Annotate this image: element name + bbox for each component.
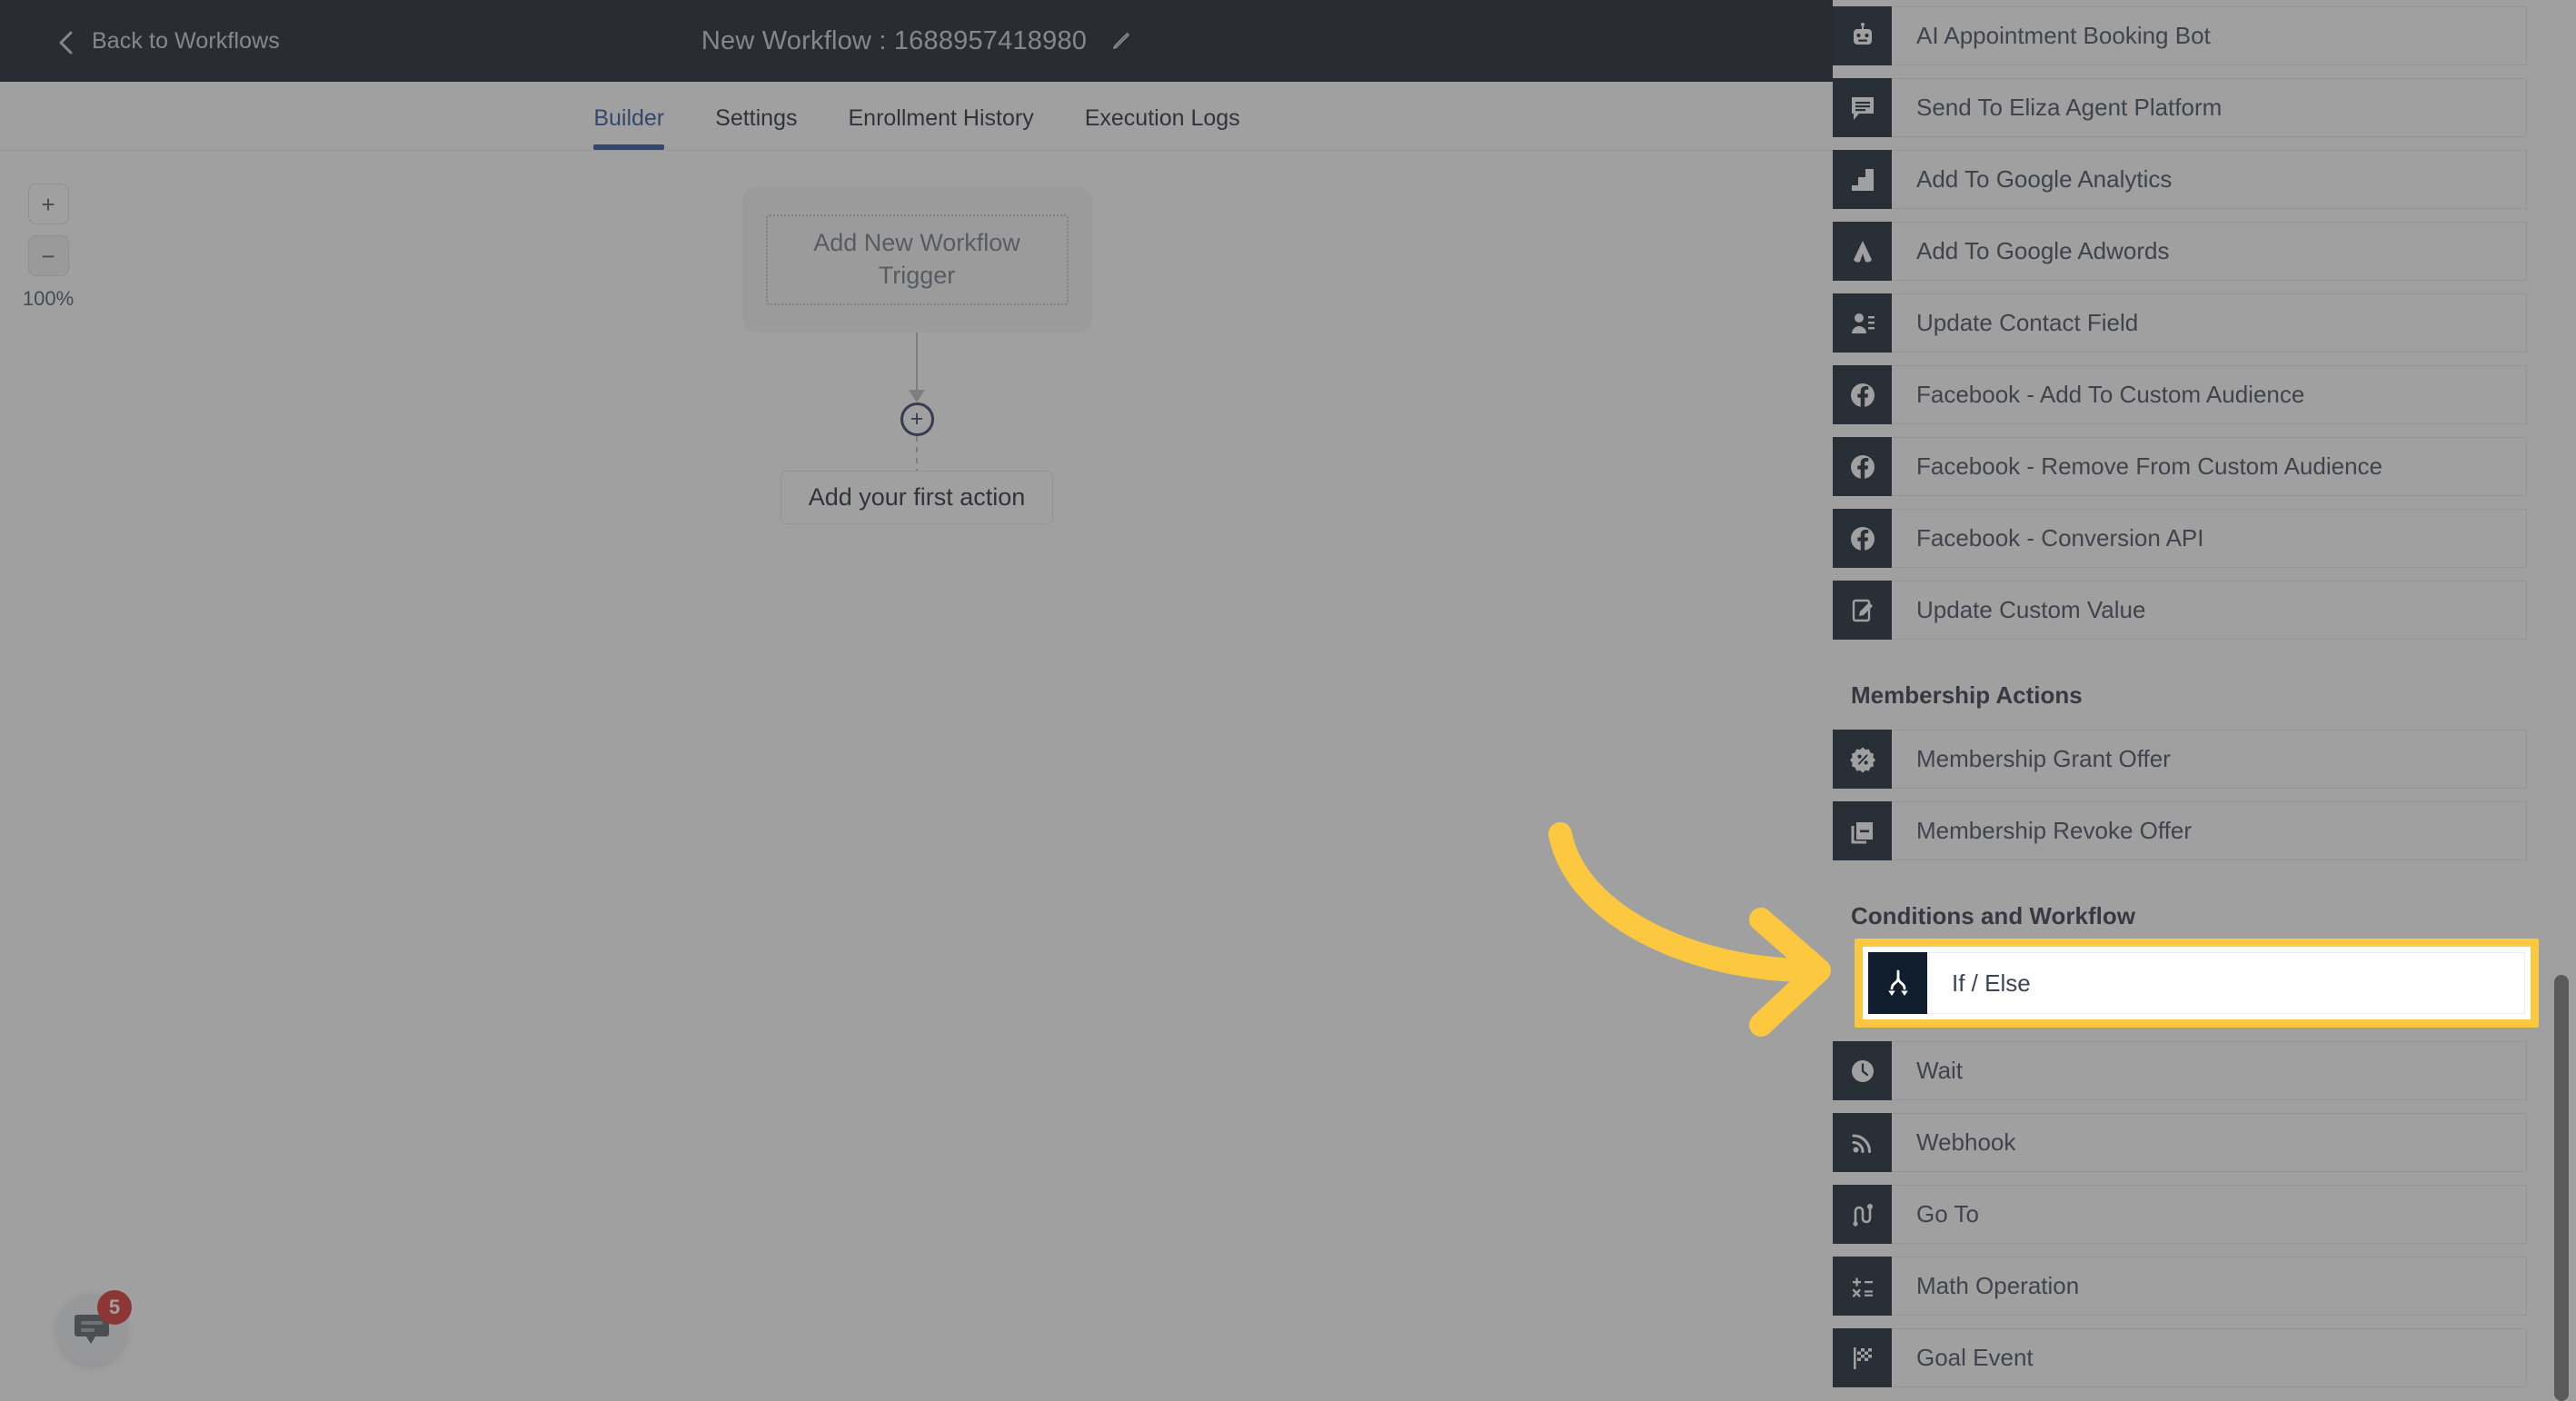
clock-icon <box>1833 1041 1892 1100</box>
add-first-action-button[interactable]: Add your first action <box>780 471 1054 524</box>
add-workflow-trigger-card[interactable]: Add New Workflow Trigger <box>741 187 1092 333</box>
action-item-go-to[interactable]: Go To <box>1833 1185 2527 1244</box>
action-item-add-to-google-adwords[interactable]: Add To Google Adwords <box>1833 222 2527 281</box>
actions-panel-scroll[interactable]: AI Appointment Booking Bot Send To Eliza… <box>1833 0 2576 1401</box>
action-item-facebook-conversion-api[interactable]: Facebook - Conversion API <box>1833 509 2527 568</box>
actions-list: AI Appointment Booking Bot Send To Eliza… <box>1833 0 2527 1401</box>
facebook-icon <box>1833 437 1892 496</box>
workflow-title: New Workflow : 1688957418980 <box>701 25 1088 55</box>
action-item-goal-event[interactable]: Goal Event <box>1833 1328 2527 1387</box>
tab-builder-label: Builder <box>593 105 665 131</box>
action-item-label: Webhook <box>1892 1113 2527 1172</box>
bar-steps-icon <box>1833 150 1892 209</box>
facebook-icon <box>1833 365 1892 424</box>
action-item-label: Send To Eliza Agent Platform <box>1892 78 2527 137</box>
workflow-builder-app: Back to Workflows New Workflow : 1688957… <box>0 0 2576 1401</box>
highlighted-action-item-if-else[interactable]: If / Else <box>1855 939 2539 1028</box>
percent-badge-icon <box>1833 730 1892 789</box>
action-item-ai-appointment-booking-bot[interactable]: AI Appointment Booking Bot <box>1833 6 2527 65</box>
tab-settings[interactable]: Settings <box>690 105 822 150</box>
contact-card-icon <box>1833 293 1892 353</box>
action-item-label: If / Else <box>1927 952 2525 1014</box>
section-header-membership-actions: Membership Actions <box>1851 681 2083 709</box>
action-item-update-contact-field[interactable]: Update Contact Field <box>1833 293 2527 353</box>
action-item-label: Membership Revoke Offer <box>1892 801 2527 860</box>
action-item-label: Facebook - Conversion API <box>1892 509 2527 568</box>
connector-arrow <box>909 333 925 402</box>
action-item-label: Add To Google Analytics <box>1892 150 2527 209</box>
workflow-tabs: Builder Settings Enrollment History Exec… <box>0 82 1834 151</box>
workflow-flow: Add New Workflow Trigger + Add your firs… <box>0 152 1834 524</box>
goto-icon <box>1833 1185 1892 1244</box>
adwords-icon <box>1833 222 1892 281</box>
action-item-facebook-add-to-custom-audience[interactable]: Facebook - Add To Custom Audience <box>1833 365 2527 424</box>
add-workflow-trigger-label: Add New Workflow Trigger <box>765 214 1069 305</box>
connector-dashed <box>916 436 918 471</box>
actions-panel[interactable]: AI Appointment Booking Bot Send To Eliza… <box>1833 0 2576 1401</box>
action-item-label: Update Contact Field <box>1892 293 2527 353</box>
action-item-label: Math Operation <box>1892 1257 2527 1316</box>
top-header-bar: Back to Workflows New Workflow : 1688957… <box>0 0 1834 82</box>
action-item-label: Goal Event <box>1892 1328 2527 1387</box>
tab-enrollment-history-label: Enrollment History <box>848 105 1034 131</box>
action-item-label: Add To Google Adwords <box>1892 222 2527 281</box>
action-item-wait[interactable]: Wait <box>1833 1041 2527 1100</box>
card-minus-icon <box>1833 801 1892 860</box>
math-operators-icon <box>1833 1257 1892 1316</box>
action-item-facebook-remove-from-custom-audience[interactable]: Facebook - Remove From Custom Audience <box>1833 437 2527 496</box>
pencil-icon[interactable] <box>1110 30 1132 52</box>
tab-enrollment-history[interactable]: Enrollment History <box>822 105 1059 150</box>
robot-icon <box>1833 6 1892 65</box>
action-item-add-to-google-analytics[interactable]: Add To Google Analytics <box>1833 150 2527 209</box>
flag-checkered-icon <box>1833 1328 1892 1387</box>
tab-execution-logs[interactable]: Execution Logs <box>1059 105 1266 150</box>
tab-settings-label: Settings <box>715 105 798 131</box>
action-item-send-to-eliza-agent-platform[interactable]: Send To Eliza Agent Platform <box>1833 78 2527 137</box>
chat-support-widget[interactable]: 5 <box>56 1290 132 1365</box>
action-item-math-operation[interactable]: Math Operation <box>1833 1257 2527 1316</box>
add-step-button[interactable]: + <box>900 402 934 436</box>
action-item-membership-revoke-offer[interactable]: Membership Revoke Offer <box>1833 801 2527 860</box>
action-item-label: Go To <box>1892 1185 2527 1244</box>
tab-execution-logs-label: Execution Logs <box>1084 105 1240 131</box>
workflow-title-group: New Workflow : 1688957418980 <box>0 0 1834 82</box>
action-item-if-else[interactable]: If / Else <box>1868 952 2525 1014</box>
tab-builder[interactable]: Builder <box>568 105 690 150</box>
action-item-label: Wait <box>1892 1041 2527 1100</box>
action-item-webhook[interactable]: Webhook <box>1833 1113 2527 1172</box>
action-item-update-custom-value[interactable]: Update Custom Value <box>1833 581 2527 640</box>
panel-scrollbar-thumb[interactable] <box>2554 975 2569 1401</box>
edit-document-icon <box>1833 581 1892 640</box>
message-lines-icon <box>1833 78 1892 137</box>
action-item-label: Update Custom Value <box>1892 581 2527 640</box>
facebook-icon <box>1833 509 1892 568</box>
workflow-canvas[interactable]: + − 100% Add New Workflow Trigger + Add … <box>0 152 1834 1401</box>
action-item-label: Facebook - Remove From Custom Audience <box>1892 437 2527 496</box>
action-item-label: Membership Grant Offer <box>1892 730 2527 789</box>
branch-if-else-icon <box>1868 952 1927 1014</box>
action-item-label: Facebook - Add To Custom Audience <box>1892 365 2527 424</box>
action-item-membership-grant-offer[interactable]: Membership Grant Offer <box>1833 730 2527 789</box>
rss-icon <box>1833 1113 1892 1172</box>
chat-unread-badge: 5 <box>97 1290 132 1325</box>
action-item-label: AI Appointment Booking Bot <box>1892 6 2527 65</box>
